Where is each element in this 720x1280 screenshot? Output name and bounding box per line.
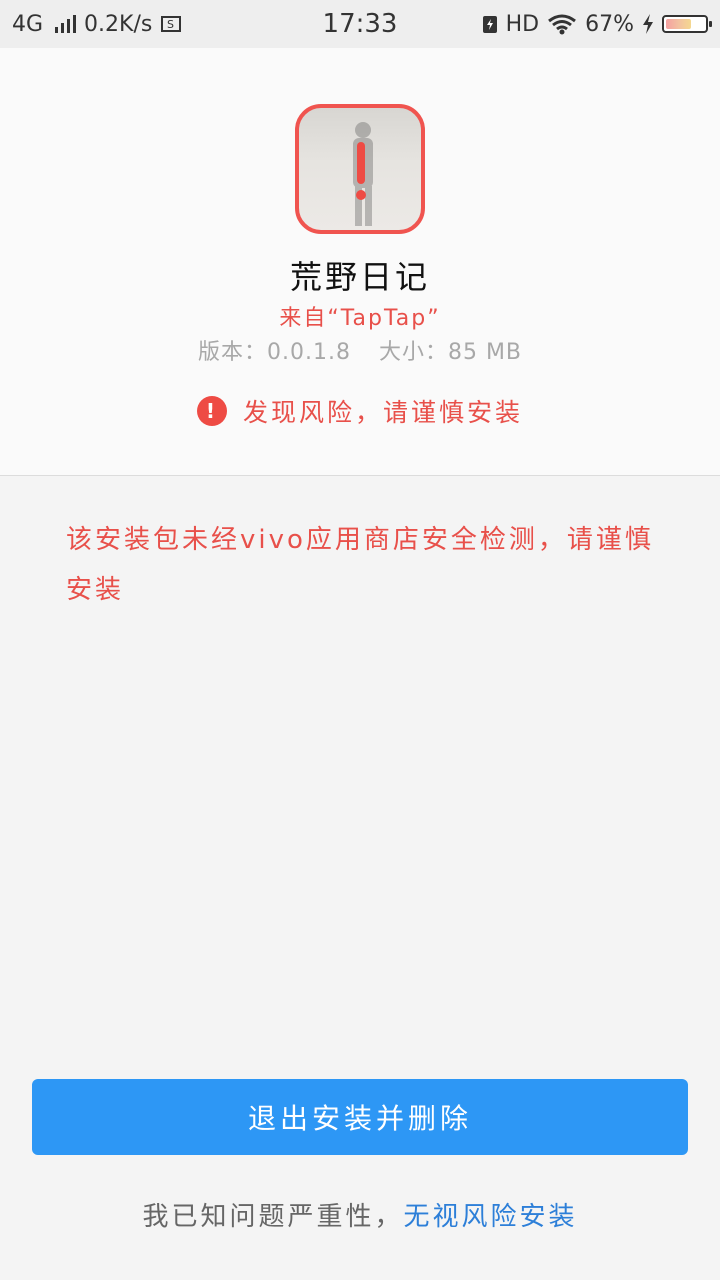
network-type: 4G bbox=[12, 11, 44, 37]
hd-label: HD bbox=[505, 11, 540, 37]
app-size: 大小：85 MB bbox=[378, 340, 523, 365]
alert-mark-icon bbox=[357, 142, 365, 184]
app-name: 荒野日记 bbox=[289, 258, 430, 296]
app-info-card: 荒野日记 来自“TapTap” 版本：0.0.1.8 大小：85 MB ! 发现… bbox=[0, 48, 720, 476]
alert-dot-icon bbox=[356, 190, 366, 200]
lightning-icon bbox=[642, 14, 654, 34]
ignore-risk-row: 我已知问题严重性，无视风险安装 bbox=[0, 1196, 720, 1233]
exit-and-delete-button[interactable]: 退出安装并删除 bbox=[32, 1079, 688, 1155]
svg-text:S: S bbox=[167, 18, 174, 31]
status-right: HD 67% bbox=[482, 11, 712, 37]
footer-prefix: 我已知问题严重性， bbox=[142, 1202, 404, 1232]
warning-description: 该安装包未经vivo应用商店安全检测，请谨慎安装 bbox=[66, 525, 654, 605]
network-speed: 0.2K/s bbox=[84, 11, 153, 37]
ignore-risk-install-link[interactable]: 无视风险安装 bbox=[404, 1202, 578, 1232]
battery-percent: 67% bbox=[585, 11, 634, 37]
app-icon bbox=[295, 104, 425, 234]
app-version: 版本：0.0.1.8 bbox=[197, 340, 351, 365]
wifi-icon bbox=[547, 13, 577, 35]
status-bar: 4G 0.2K/s S 17:33 HD 67% bbox=[0, 0, 720, 48]
charging-card-icon bbox=[482, 14, 498, 34]
battery-icon bbox=[662, 15, 712, 33]
risk-label: 发现风险，请谨慎安装 bbox=[242, 398, 523, 427]
battery-fill bbox=[666, 19, 691, 29]
app-source: 来自“TapTap” bbox=[279, 306, 441, 331]
warning-icon: ! bbox=[196, 396, 227, 426]
screenshot-icon: S bbox=[160, 14, 182, 34]
signal-icon bbox=[55, 15, 77, 33]
status-left: 4G 0.2K/s S bbox=[12, 12, 182, 37]
risk-warning-row: ! 发现风险，请谨慎安装 bbox=[0, 393, 720, 429]
app-meta: 版本：0.0.1.8 大小：85 MB bbox=[0, 334, 720, 366]
